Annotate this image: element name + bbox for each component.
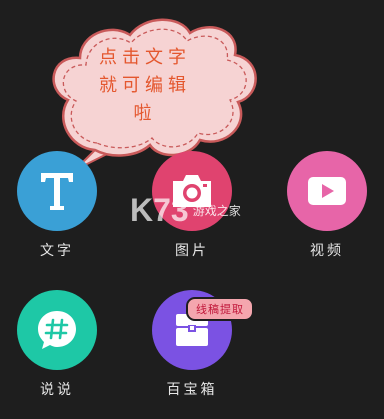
menu-item-label: 视频 <box>310 243 344 259</box>
play-video-icon <box>308 177 346 205</box>
menu-item-label: 文字 <box>40 243 74 259</box>
tooltip-line-1: 点击文字 <box>99 47 191 68</box>
menu-item-label: 图片 <box>175 243 209 259</box>
menu-item-text[interactable]: 文字 <box>12 151 102 260</box>
talk-button[interactable] <box>17 290 97 370</box>
hashtag-chat-icon <box>38 311 76 349</box>
site-watermark: K73 游戏之家 <box>130 192 241 229</box>
menu-item-talk[interactable]: 说说 <box>12 290 102 399</box>
letter-t-icon <box>41 173 73 210</box>
tooltip-line-2: 就可编辑 <box>99 75 191 96</box>
tooltip-line-3: 啦 <box>133 103 157 124</box>
watermark-logo: K73 <box>130 192 189 228</box>
menu-item-label: 百宝箱 <box>166 382 218 398</box>
text-button[interactable] <box>17 151 97 231</box>
line-extract-badge[interactable]: 线稿提取 <box>186 297 254 321</box>
menu-item-video[interactable]: 视频 <box>282 151 372 260</box>
video-button[interactable] <box>287 151 367 231</box>
watermark-subtitle: 游戏之家 <box>192 204 241 218</box>
menu-item-label: 说说 <box>40 382 74 398</box>
